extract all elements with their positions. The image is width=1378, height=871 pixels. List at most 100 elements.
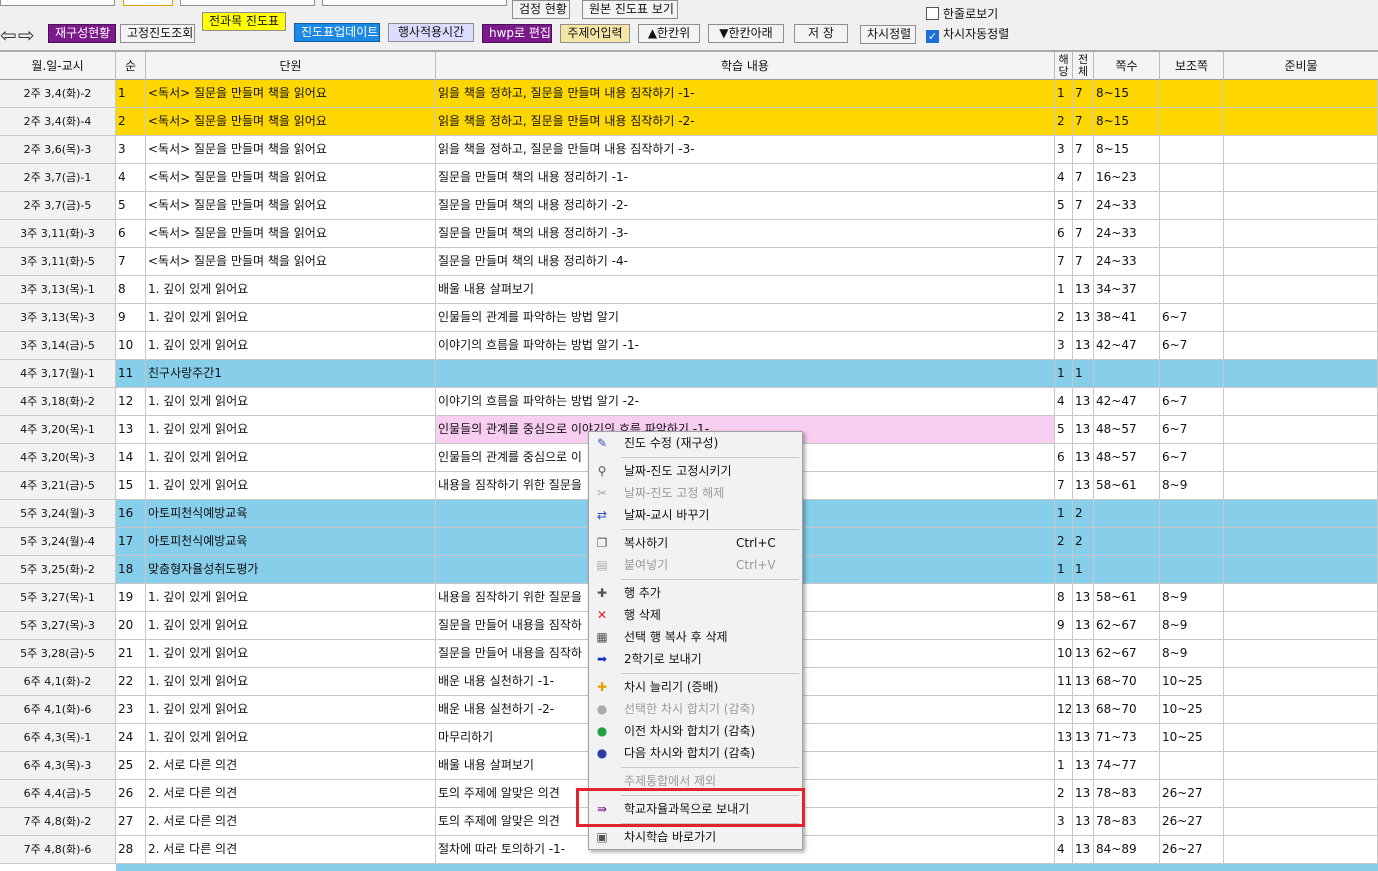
original-view-button[interactable]: 원본 진도표 보기 <box>582 0 678 19</box>
cell-date[interactable]: 2주 3,7(금)-5 <box>0 192 116 219</box>
cell-date[interactable]: 5주 3,28(금)-5 <box>0 640 116 667</box>
cell-prep[interactable] <box>1224 416 1378 443</box>
cell-sub-page[interactable]: 6~7 <box>1160 444 1224 471</box>
cell-prep[interactable] <box>1224 528 1378 555</box>
cell-prep[interactable] <box>1224 696 1378 723</box>
cell-cur[interactable]: 2 <box>1055 304 1073 331</box>
menu-item[interactable]: ● 이전 차시와 합치기 (감축) <box>589 721 802 741</box>
progress-update-button[interactable]: 진도표업데이트 <box>294 23 380 42</box>
cell-cur[interactable]: 1 <box>1055 360 1073 387</box>
cell-date[interactable]: 4주 3,20(목)-3 <box>0 444 116 471</box>
menu-item[interactable]: ● 선택한 차시 합치기 (감축) <box>589 699 802 719</box>
cell-date[interactable]: 2주 3,4(화)-4 <box>0 108 116 135</box>
cell-page[interactable]: 78~83 <box>1094 780 1160 807</box>
cell-total[interactable]: 13 <box>1073 276 1094 303</box>
cell-cur[interactable]: 6 <box>1055 220 1073 247</box>
table-row[interactable] <box>116 864 1378 871</box>
cell-cur[interactable]: 3 <box>1055 332 1073 359</box>
cell-date[interactable]: 3주 3,13(목)-3 <box>0 304 116 331</box>
cell-page[interactable] <box>1094 528 1160 555</box>
cell-sub-page[interactable]: 6~7 <box>1160 304 1224 331</box>
cell-seq[interactable]: 4 <box>116 164 146 191</box>
cell-date[interactable]: 4주 3,17(월)-1 <box>0 360 116 387</box>
cell-content[interactable]: 질문을 만들며 책의 내용 정리하기 -2- <box>436 192 1055 219</box>
cell-prep[interactable] <box>1224 472 1378 499</box>
cell-total[interactable]: 13 <box>1073 808 1094 835</box>
cell-sub-page[interactable] <box>1160 220 1224 247</box>
cell-seq[interactable]: 5 <box>116 192 146 219</box>
auto-sort-checkbox[interactable]: ✓ 차시자동정렬 <box>926 27 1009 43</box>
cell-seq[interactable]: 14 <box>116 444 146 471</box>
table-row[interactable]: 2주 3,7(금)-1 4 <독서> 질문을 만들며 책을 읽어요 질문을 만들며 책… <box>0 164 1378 192</box>
test-status-button[interactable]: 검정 현황 <box>512 0 570 19</box>
table-row[interactable]: 4주 3,17(월)-1 11 친구사랑주간1 1 1 <box>0 360 1378 388</box>
cell-date[interactable]: 6주 4,4(금)-5 <box>0 780 116 807</box>
cell-seq[interactable]: 11 <box>116 360 146 387</box>
cell-total[interactable]: 13 <box>1073 416 1094 443</box>
cell-sub-page[interactable]: 10~25 <box>1160 724 1224 751</box>
cell-total[interactable]: 7 <box>1073 136 1094 163</box>
cell-prep[interactable] <box>1224 724 1378 751</box>
cell-content[interactable] <box>436 360 1055 387</box>
cell-total[interactable]: 13 <box>1073 388 1094 415</box>
event-time-button[interactable]: 행사적용시간 <box>388 23 474 42</box>
cell-sub-page[interactable]: 26~27 <box>1160 780 1224 807</box>
cell-sub-page[interactable]: 6~7 <box>1160 332 1224 359</box>
table-row[interactable]: 3주 3,13(목)-1 8 1. 깊이 있게 읽어요 배울 내용 살펴보기 1 13 34… <box>0 276 1378 304</box>
cell-page[interactable]: 8~15 <box>1094 136 1160 163</box>
table-row[interactable]: 4주 3,18(화)-2 12 1. 깊이 있게 읽어요 이야기의 흐름을 파악하는 … <box>0 388 1378 416</box>
cell-total[interactable]: 7 <box>1073 164 1094 191</box>
cell-prep[interactable] <box>1224 80 1378 107</box>
arrow-left-icon[interactable]: ⇦ <box>0 25 17 45</box>
header-prep[interactable]: 준비물 <box>1224 52 1378 80</box>
cell-seq[interactable]: 16 <box>116 500 146 527</box>
cell-date[interactable]: 6주 4,3(목)-3 <box>0 752 116 779</box>
cell-page[interactable]: 8~15 <box>1094 108 1160 135</box>
table-row[interactable]: 3주 3,13(목)-3 9 1. 깊이 있게 읽어요 인물들의 관계를 파악하는 방… <box>0 304 1378 332</box>
menu-item[interactable]: ➡ 2학기로 보내기 <box>589 649 802 669</box>
cell-prep[interactable] <box>1224 220 1378 247</box>
cell-prep[interactable] <box>1224 444 1378 471</box>
cell-sub-page[interactable] <box>1160 192 1224 219</box>
cell-cur[interactable]: 1 <box>1055 500 1073 527</box>
single-line-checkbox[interactable]: 한줄로보기 <box>926 7 998 23</box>
menu-item[interactable]: ⇄ 날짜-교시 바꾸기 <box>589 505 802 525</box>
cell-seq[interactable]: 18 <box>116 556 146 583</box>
cell-date[interactable]: 6주 4,1(화)-2 <box>0 668 116 695</box>
cell-page[interactable]: 84~89 <box>1094 836 1160 863</box>
cell-date[interactable]: 5주 3,25(화)-2 <box>0 556 116 583</box>
cell-total[interactable]: 13 <box>1073 724 1094 751</box>
cell-total[interactable]: 13 <box>1073 584 1094 611</box>
cell-cur[interactable]: 2 <box>1055 780 1073 807</box>
cell-sub-page[interactable]: 6~7 <box>1160 416 1224 443</box>
menu-item[interactable]: ▦ 선택 행 복사 후 삭제 <box>589 627 802 647</box>
cell-content[interactable]: 인물들의 관계를 파악하는 방법 알기 <box>436 304 1055 331</box>
cell-cur[interactable]: 2 <box>1055 528 1073 555</box>
cell-total[interactable]: 13 <box>1073 696 1094 723</box>
period-sort-button[interactable]: 차시정렬 <box>860 25 916 44</box>
cell-total[interactable]: 13 <box>1073 444 1094 471</box>
cell-prep[interactable] <box>1224 136 1378 163</box>
cell-page[interactable]: 38~41 <box>1094 304 1160 331</box>
cell-total[interactable]: 7 <box>1073 220 1094 247</box>
cell-date[interactable]: 7주 4,8(화)-6 <box>0 836 116 863</box>
move-up-button[interactable]: ▲한칸위 <box>638 24 700 43</box>
cell-sub-page[interactable]: 8~9 <box>1160 640 1224 667</box>
cell-unit[interactable]: 친구사랑주간1 <box>146 360 436 387</box>
table-row[interactable]: 3주 3,14(금)-5 10 1. 깊이 있게 읽어요 이야기의 흐름을 파악하는 … <box>0 332 1378 360</box>
cell-unit[interactable]: 1. 깊이 있게 읽어요 <box>146 724 436 751</box>
cell-total[interactable]: 2 <box>1073 528 1094 555</box>
cell-cur[interactable]: 4 <box>1055 164 1073 191</box>
cell-seq[interactable]: 23 <box>116 696 146 723</box>
cell-unit[interactable]: 2. 서로 다른 의견 <box>146 836 436 863</box>
cell-prep[interactable] <box>1224 248 1378 275</box>
cell-prep[interactable] <box>1224 388 1378 415</box>
cell-total[interactable]: 13 <box>1073 472 1094 499</box>
cell-total[interactable]: 13 <box>1073 332 1094 359</box>
cell-sub-page[interactable] <box>1160 80 1224 107</box>
cell-total[interactable]: 13 <box>1073 304 1094 331</box>
menu-item[interactable]: ⚲ 날짜-진도 고정시키기 <box>589 461 802 481</box>
cell-unit[interactable]: 1. 깊이 있게 읽어요 <box>146 304 436 331</box>
cell-cur[interactable]: 5 <box>1055 416 1073 443</box>
cell-cur[interactable]: 1 <box>1055 276 1073 303</box>
